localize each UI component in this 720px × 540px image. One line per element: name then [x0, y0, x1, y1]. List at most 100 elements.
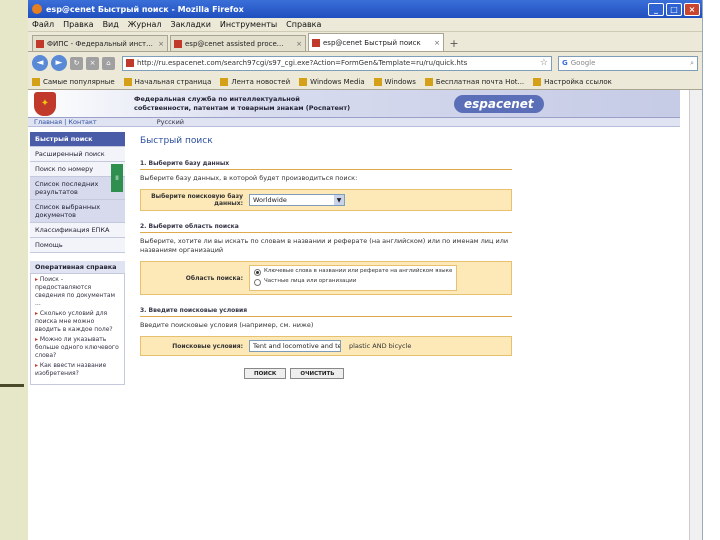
sidebar-item-selected-docs[interactable]: Список выбранных документов — [30, 200, 125, 223]
radio-keywords-label: Ключевые слова в названии или реферате н… — [264, 268, 453, 274]
menu-tools[interactable]: Инструменты — [220, 20, 277, 29]
bookmark-windows[interactable]: Windows — [373, 77, 416, 86]
help-link[interactable]: Как ввести название изобретения? — [35, 362, 120, 378]
menu-history[interactable]: Журнал — [128, 20, 162, 29]
site-nav-bar: Главная | Контакт Русский — [28, 118, 680, 127]
clear-button[interactable]: ОЧИСТИТЬ — [290, 368, 345, 379]
side-marker[interactable]: II — [111, 164, 123, 192]
search-bar[interactable]: G Google ⌕ — [558, 55, 698, 71]
slide-left-band — [0, 0, 28, 540]
step-2-title: 2. Выберите область поиска — [140, 223, 512, 233]
close-button[interactable]: × — [684, 2, 700, 16]
menu-help[interactable]: Справка — [286, 20, 321, 29]
header-text: Федеральная служба по интеллектуальной с… — [134, 94, 351, 112]
site-favicon-icon — [126, 59, 134, 67]
reload-button[interactable]: ↻ — [70, 56, 83, 70]
database-row: Выберите поисковую базу данных: Worldwid… — [140, 189, 512, 211]
page-favicon-icon — [36, 39, 44, 48]
menu-view[interactable]: Вид — [103, 20, 119, 29]
tab-label: esp@cenet Быстрый поиск — [323, 38, 421, 47]
forward-button[interactable]: ► — [51, 55, 67, 71]
tab-fips[interactable]: ФИПС - Федеральный инст... × — [32, 35, 168, 51]
bookmark-label: Начальная страница — [134, 77, 212, 86]
close-icon[interactable]: × — [158, 40, 164, 48]
star-icon[interactable]: ☆ — [540, 58, 548, 68]
area-row: Область поиска: Ключевые слова в названи… — [140, 261, 512, 295]
site-header: ✦ Федеральная служба по интеллектуальной… — [28, 90, 680, 118]
bookmark-icon — [220, 77, 229, 86]
back-button[interactable]: ◄ — [32, 55, 48, 71]
menu-file[interactable]: Файл — [32, 20, 54, 29]
bookmark-label: Windows Media — [310, 77, 365, 86]
page-content: ✦ Федеральная служба по интеллектуальной… — [28, 90, 680, 540]
tab-label: ФИПС - Федеральный инст... — [47, 39, 153, 48]
step-1-desc: Выберите базу данных, в которой будет пр… — [140, 174, 358, 182]
help-list: Поиск - предоставляются сведения по доку… — [30, 273, 125, 385]
search-form: Быстрый поиск 1. Выберите базу данных Вы… — [140, 136, 512, 379]
help-link[interactable]: Можно ли указывать больше одного ключево… — [35, 336, 120, 360]
close-icon[interactable]: × — [296, 40, 302, 48]
tab-quick-search[interactable]: esp@cenet Быстрый поиск × — [308, 33, 444, 51]
bookmark-popular[interactable]: Самые популярные — [32, 77, 115, 86]
url-bar[interactable]: http://ru.espacenet.com/search97cgi/s97_… — [122, 55, 552, 71]
search-button[interactable]: ПОИСК — [244, 368, 287, 379]
bookmark-home[interactable]: Начальная страница — [123, 77, 212, 86]
maximize-button[interactable]: □ — [666, 2, 682, 16]
radio-persons[interactable]: Частные лица или организации — [254, 278, 452, 286]
bookmark-icon — [123, 77, 132, 86]
language-label: Русский — [156, 118, 185, 126]
vertical-scrollbar[interactable] — [689, 90, 702, 540]
bookmark-wmp[interactable]: Windows Media — [299, 77, 365, 86]
tab-assisted[interactable]: esp@cenet assisted proce... × — [170, 35, 306, 51]
help-link[interactable]: Поиск - предоставляются сведения по доку… — [35, 276, 120, 308]
bookmark-hotmail[interactable]: Бесплатная почта Hot... — [424, 77, 525, 86]
google-icon: G — [562, 59, 568, 67]
close-icon[interactable]: × — [434, 39, 440, 47]
sidebar-item-classification[interactable]: Классификация ЕПКА — [30, 223, 125, 238]
bookmark-icon — [424, 77, 433, 86]
menu-edit[interactable]: Правка — [63, 20, 93, 29]
bookmark-icon — [299, 77, 308, 86]
terms-label: Поисковые условия: — [172, 342, 243, 350]
sidebar-item-quick-search[interactable]: Быстрый поиск — [30, 132, 125, 147]
firefox-icon — [32, 4, 42, 14]
home-contact-links[interactable]: Главная | Контакт — [34, 118, 97, 126]
page-favicon-icon — [174, 39, 182, 48]
bookmark-label: Бесплатная почта Hot... — [435, 77, 525, 86]
bookmark-links[interactable]: Настройка ссылок — [533, 77, 612, 86]
bookmark-label: Настройка ссылок — [544, 77, 612, 86]
terms-input[interactable]: Tent and locomotive and tent — [249, 340, 341, 352]
help-title: Оперативная справка — [30, 261, 125, 273]
bookmark-label: Самые популярные — [43, 77, 115, 86]
step-2-desc: Выберите, хотите ли вы искать по словам … — [140, 237, 509, 254]
database-value: Worldwide — [253, 196, 287, 204]
stop-button[interactable]: × — [86, 56, 99, 70]
bookmark-label: Лента новостей — [231, 77, 291, 86]
espacenet-logo: espacenet — [454, 94, 544, 113]
step-1-title: 1. Выберите базу данных — [140, 160, 512, 170]
tab-bar: ФИПС - Федеральный инст... × esp@cenet a… — [28, 32, 702, 52]
step-3-title: 3. Введите поисковые условия — [140, 307, 512, 317]
sidebar-item-advanced-search[interactable]: Расширенный поиск — [30, 147, 125, 162]
bookmark-news[interactable]: Лента новостей — [220, 77, 291, 86]
database-select[interactable]: Worldwide ▼ — [249, 194, 345, 206]
area-radio-group: Ключевые слова в названии или реферате н… — [249, 265, 458, 291]
radio-selected-icon[interactable] — [254, 269, 261, 276]
minimize-button[interactable]: _ — [648, 2, 664, 16]
home-button[interactable]: ⌂ — [102, 56, 115, 70]
tab-label: esp@cenet assisted proce... — [185, 39, 284, 48]
search-placeholder: Google — [570, 59, 596, 67]
new-tab-button[interactable]: + — [446, 35, 462, 51]
radio-keywords[interactable]: Ключевые слова в названии или реферате н… — [254, 268, 452, 276]
bookmark-label: Windows — [384, 77, 416, 86]
menu-bar: Файл Правка Вид Журнал Закладки Инструме… — [28, 18, 702, 32]
sidebar-item-help[interactable]: Помощь — [30, 238, 125, 253]
page-title: Быстрый поиск — [140, 136, 213, 146]
help-link[interactable]: Сколько условий для поиска мне можно вво… — [35, 310, 120, 334]
bookmarks-bar: Самые популярные Начальная страница Лент… — [28, 74, 702, 90]
chevron-down-icon: ▼ — [334, 195, 344, 205]
search-icon[interactable]: ⌕ — [690, 59, 694, 68]
menu-bookmarks[interactable]: Закладки — [170, 20, 210, 29]
radio-unselected-icon[interactable] — [254, 279, 261, 286]
browser-window: esp@cenet Быстрый поиск - Mozilla Firefo… — [28, 0, 703, 540]
